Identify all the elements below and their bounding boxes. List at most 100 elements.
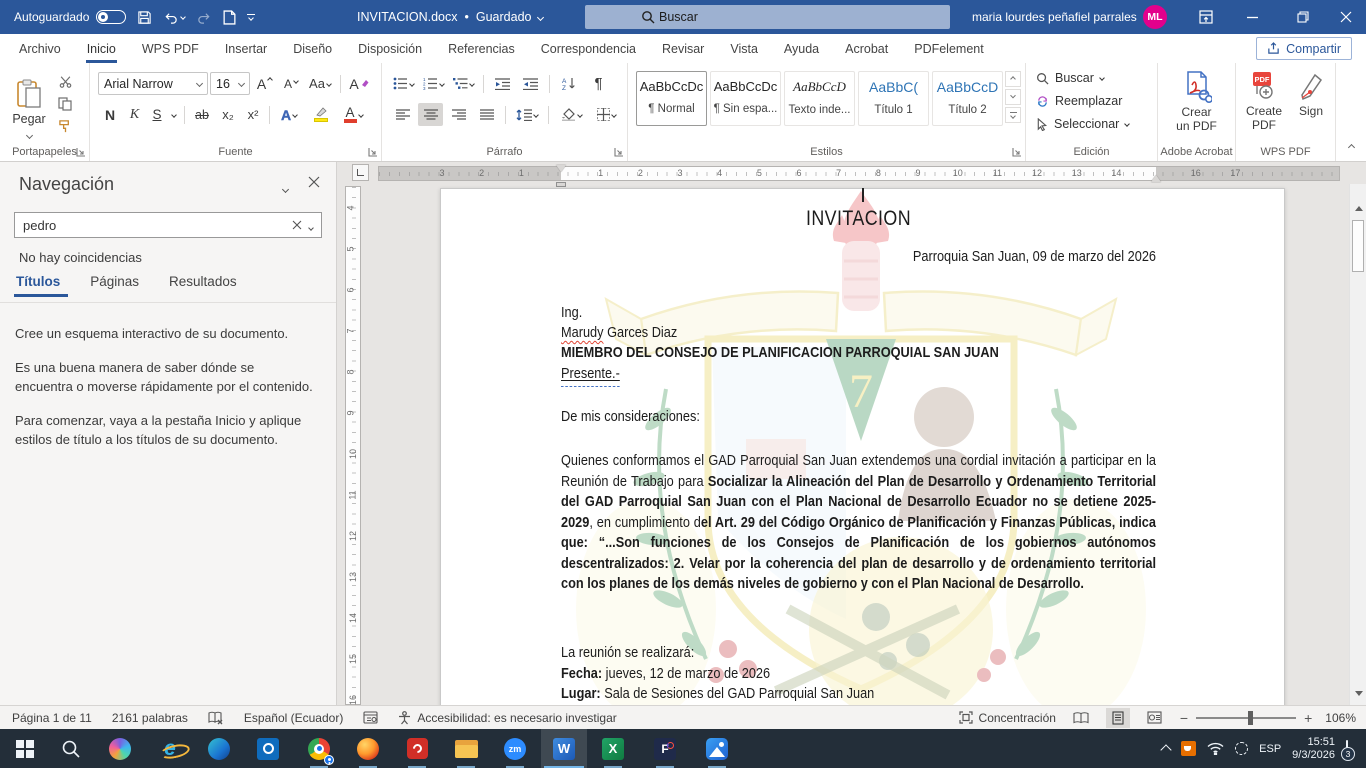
shading-button[interactable] — [555, 103, 587, 126]
account-name[interactable]: maria lourdes peñafiel parrales — [972, 0, 1137, 34]
taskbar-zoom[interactable]: zm — [492, 729, 538, 768]
minimize-button[interactable] — [1232, 0, 1272, 34]
select-button[interactable]: Seleccionar — [1036, 117, 1129, 131]
copy-icon[interactable] — [58, 97, 72, 111]
styles-scroll-down[interactable] — [1005, 89, 1021, 105]
right-indent-marker[interactable] — [1151, 175, 1161, 182]
notification-center-button[interactable]: 3 — [1346, 741, 1348, 756]
increase-indent-button[interactable] — [518, 72, 543, 95]
close-button[interactable] — [1326, 0, 1366, 34]
macro-record-button[interactable] — [363, 711, 378, 724]
web-layout-button[interactable] — [1143, 708, 1167, 728]
change-case-button[interactable]: Aa — [305, 72, 335, 95]
sort-button[interactable]: AZ — [556, 72, 583, 95]
style-card[interactable]: AaBbCcD Título 2 — [932, 71, 1003, 126]
document-title[interactable]: INVITACION.docx • Guardado — [357, 0, 543, 34]
decrease-indent-button[interactable] — [490, 72, 515, 95]
format-painter-icon[interactable] — [58, 119, 73, 133]
styles-dialog-launcher[interactable] — [1012, 147, 1022, 157]
autosave-control[interactable]: Autoguardado — [14, 10, 126, 24]
underline-button[interactable]: S — [147, 103, 167, 126]
align-center-button[interactable] — [418, 103, 443, 126]
autosave-toggle[interactable] — [96, 10, 126, 24]
style-card[interactable]: AaBbCcDc ¶ Sin espa... — [710, 71, 781, 126]
font-size-combo[interactable]: 16 — [210, 72, 250, 95]
ribbon-tab[interactable]: Referencias — [435, 34, 528, 63]
strikethrough-button[interactable]: ab — [189, 103, 215, 126]
word-count[interactable]: 2161 palabras — [112, 711, 188, 725]
ribbon-tab[interactable]: PDFelement — [901, 34, 996, 63]
ribbon-tab[interactable]: Vista — [717, 34, 771, 63]
start-button[interactable] — [2, 729, 48, 768]
navigation-search[interactable] — [14, 212, 322, 238]
numbering-button[interactable]: 123 — [420, 72, 447, 95]
ribbon-tab[interactable]: Ayuda — [771, 34, 832, 63]
pane-close-button[interactable] — [308, 176, 320, 188]
vertical-scrollbar[interactable] — [1349, 184, 1366, 705]
zoom-track[interactable] — [1196, 717, 1296, 719]
zoom-in-button[interactable]: + — [1304, 710, 1312, 726]
ribbon-tab[interactable]: Diseño — [280, 34, 345, 63]
taskbar-excel[interactable]: X — [590, 729, 636, 768]
search-box[interactable]: Buscar — [585, 5, 950, 29]
taskbar-photos[interactable] — [694, 729, 740, 768]
font-color-button[interactable]: A — [338, 103, 368, 126]
scroll-up-button[interactable] — [1351, 200, 1366, 216]
pane-options-chevron[interactable] — [283, 180, 288, 195]
paste-button[interactable]: Pegar — [5, 71, 53, 141]
taskbar-acrobat[interactable] — [394, 729, 440, 768]
styles-scroll-up[interactable] — [1005, 71, 1021, 87]
bold-button[interactable]: N — [98, 103, 122, 126]
clock[interactable]: 15:51 9/3/2026 — [1292, 736, 1335, 762]
zoom-slider[interactable]: − + — [1180, 710, 1312, 726]
ribbon-display-options-button[interactable] — [1186, 0, 1226, 34]
taskbar-search-button[interactable] — [48, 729, 94, 768]
show-marks-button[interactable]: ¶ — [586, 72, 611, 95]
taskbar-edge[interactable] — [196, 729, 242, 768]
ribbon-tab[interactable]: Acrobat — [832, 34, 901, 63]
zoom-percent[interactable]: 106% — [1325, 711, 1356, 725]
shrink-font-button[interactable]: A — [279, 72, 303, 95]
create-pdf-acrobat-button[interactable]: Crearun PDF — [1158, 71, 1235, 133]
scroll-down-button[interactable] — [1351, 685, 1366, 701]
navigation-tab[interactable]: Páginas — [90, 274, 139, 297]
align-right-button[interactable] — [446, 103, 471, 126]
restore-button[interactable] — [1283, 0, 1323, 34]
highlight-button[interactable] — [305, 103, 337, 126]
bullets-button[interactable] — [390, 72, 417, 95]
redo-button[interactable] — [196, 10, 212, 25]
focus-mode-button[interactable]: Concentración — [959, 711, 1056, 725]
grow-font-button[interactable]: A — [252, 72, 277, 95]
create-pdf-wps-button[interactable]: PDF CreatePDF — [1240, 71, 1288, 132]
taskbar-copilot[interactable] — [97, 729, 143, 768]
page-indicator[interactable]: Página 1 de 11 — [12, 711, 92, 725]
zoom-thumb[interactable] — [1248, 711, 1253, 725]
search-options-chevron[interactable] — [309, 218, 321, 233]
customize-toolbar-button[interactable] — [247, 14, 255, 20]
taskbar-outlook[interactable] — [245, 729, 291, 768]
styles-gallery-more[interactable] — [1005, 107, 1021, 123]
first-line-indent-marker[interactable] — [556, 165, 566, 172]
borders-button[interactable] — [590, 103, 622, 126]
tray-sync-icon[interactable] — [1235, 742, 1248, 755]
new-document-button[interactable] — [223, 10, 236, 25]
ribbon-tab[interactable]: Correspondencia — [528, 34, 649, 63]
text-effects-button[interactable]: A — [274, 103, 304, 126]
cut-icon[interactable] — [58, 75, 73, 89]
save-button[interactable] — [137, 10, 152, 25]
sign-button[interactable]: Sign — [1290, 71, 1332, 118]
font-dialog-launcher[interactable] — [368, 147, 378, 157]
taskbar-chrome[interactable] — [296, 729, 342, 768]
superscript-button[interactable]: x² — [241, 103, 265, 126]
tab-selector[interactable] — [352, 164, 369, 181]
underline-options[interactable] — [168, 103, 180, 126]
ribbon-tab[interactable]: Archivo — [6, 34, 74, 63]
line-spacing-button[interactable] — [512, 103, 542, 126]
replace-button[interactable]: Reemplazar — [1036, 94, 1122, 108]
ribbon-tab[interactable]: Inicio — [74, 34, 129, 63]
share-button[interactable]: Compartir — [1256, 37, 1352, 60]
style-card[interactable]: AaBbCcD Texto inde... — [784, 71, 855, 126]
paragraph-dialog-launcher[interactable] — [614, 147, 624, 157]
language-indicator[interactable]: Español (Ecuador) — [244, 711, 343, 725]
language-badge[interactable]: ESP — [1259, 743, 1281, 755]
